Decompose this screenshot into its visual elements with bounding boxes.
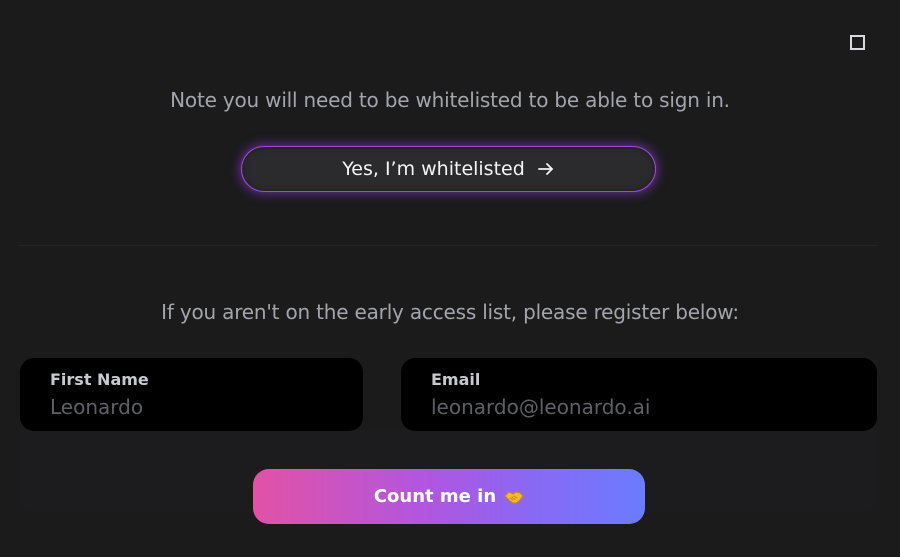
signup-panel: Note you will need to be whitelisted to … — [0, 0, 900, 557]
email-label: Email — [431, 370, 481, 389]
whitelisted-button-label: Yes, I’m whitelisted — [342, 158, 525, 180]
count-me-in-button[interactable]: Count me in — [253, 469, 645, 524]
first-name-input[interactable] — [50, 394, 333, 420]
close-icon[interactable] — [850, 35, 865, 50]
section-divider — [18, 245, 878, 246]
arrow-right-icon — [537, 160, 555, 178]
register-note: If you aren't on the early access list, … — [161, 300, 739, 324]
handshake-icon — [504, 487, 524, 507]
whitelisted-button[interactable]: Yes, I’m whitelisted — [241, 146, 656, 192]
whitelist-note: Note you will need to be whitelisted to … — [170, 88, 730, 112]
email-input[interactable] — [431, 394, 847, 420]
email-field: Email — [401, 358, 877, 431]
first-name-field: First Name — [20, 358, 363, 431]
count-me-in-label: Count me in — [373, 486, 497, 507]
first-name-label: First Name — [50, 370, 149, 389]
